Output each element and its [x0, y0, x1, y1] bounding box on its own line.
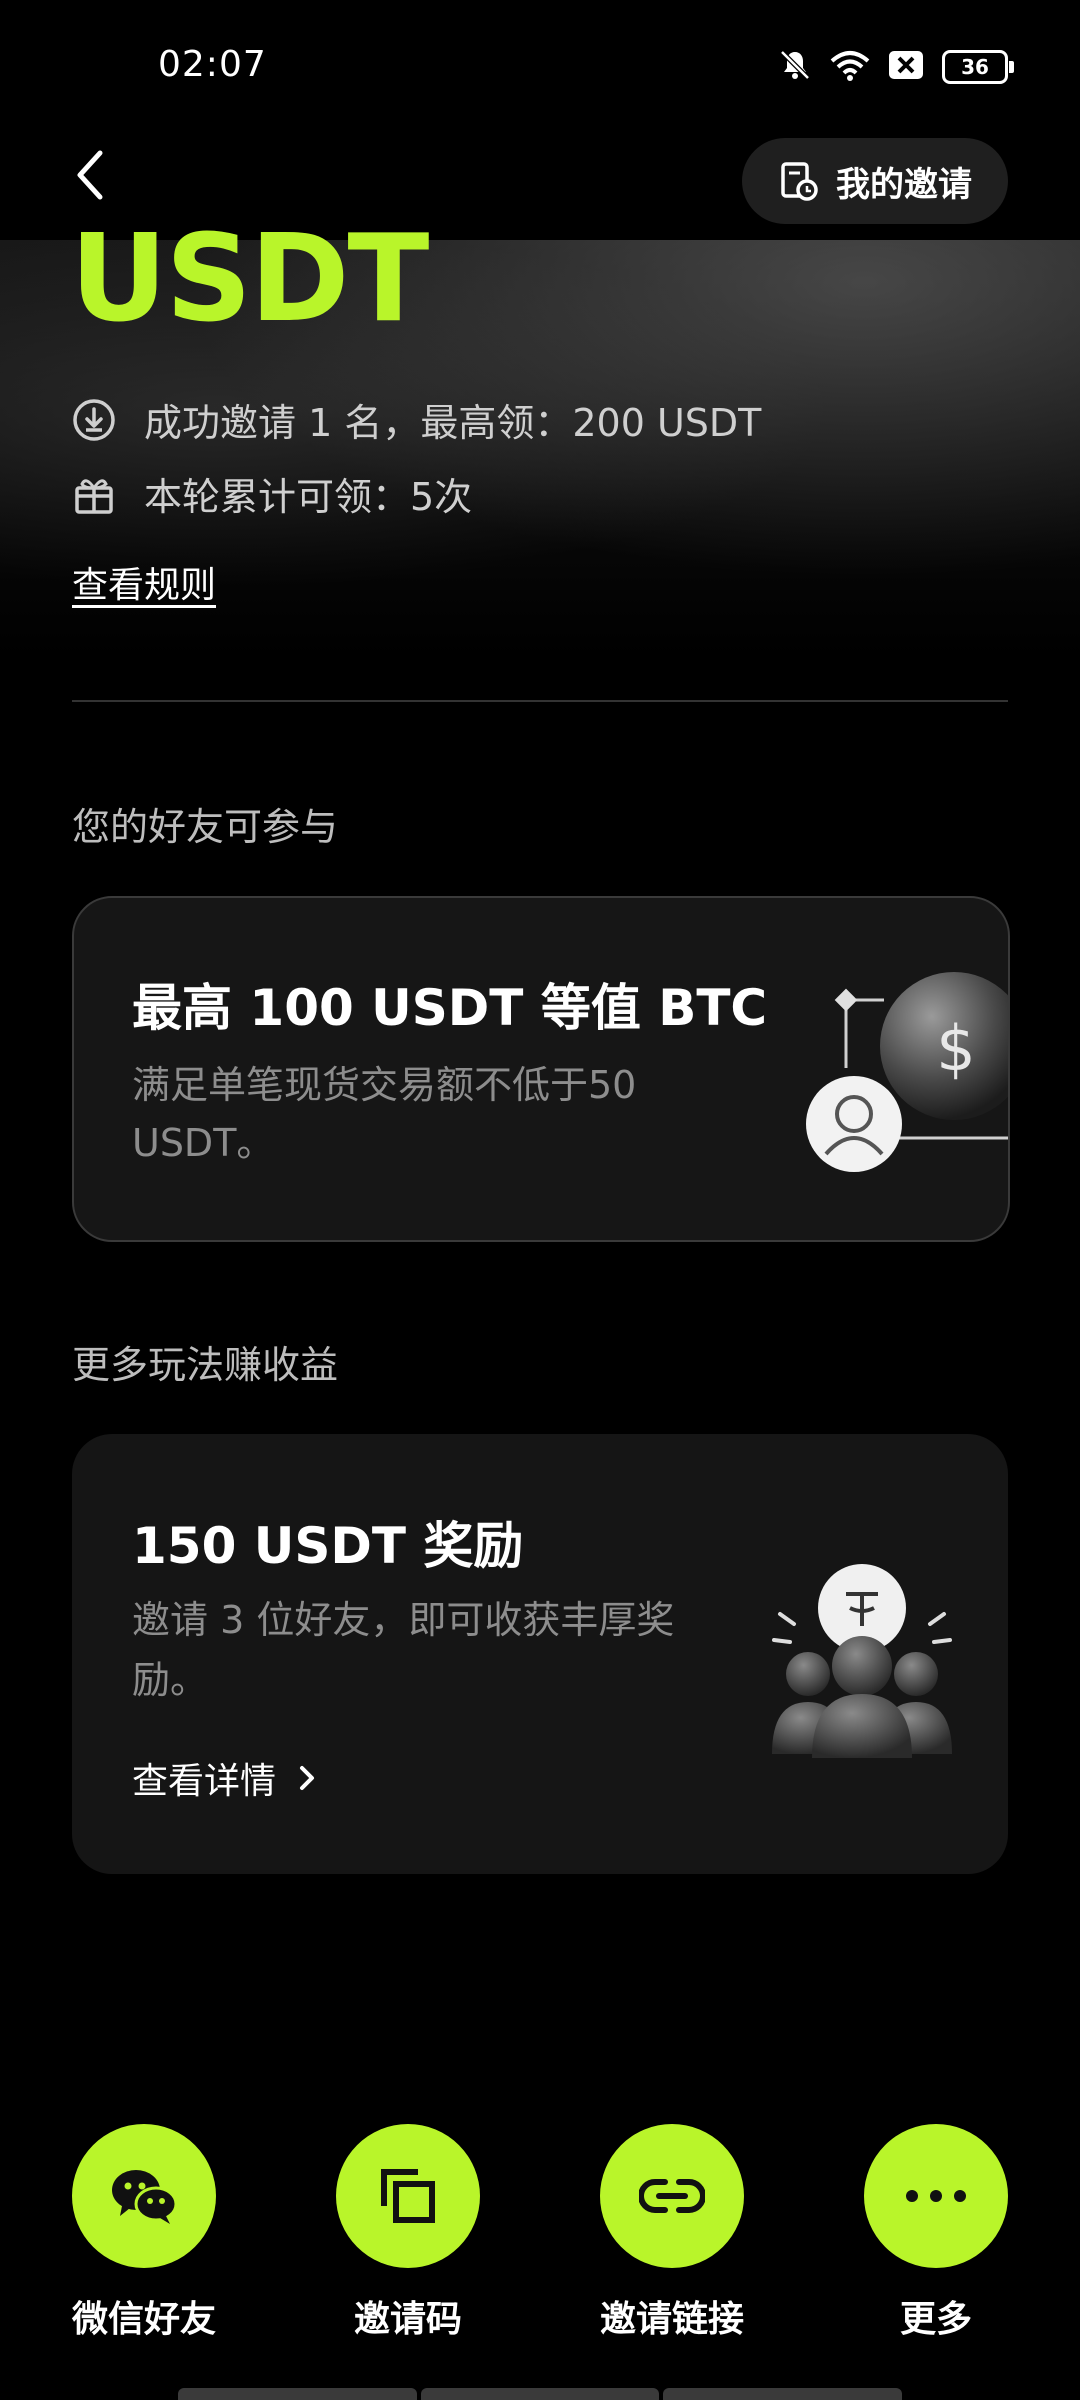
info-text-claims: 本轮累计可领：5次 [144, 475, 473, 519]
more-section-title: 更多玩法赚收益 [72, 1343, 339, 1387]
reward-illustration-icon: $ [806, 972, 1008, 1172]
friend-reward-card[interactable]: 最高 100 USDT 等值 BTC 满足单笔现货交易额不低于50 USDT。 … [72, 896, 1010, 1242]
invite-record-icon [781, 162, 818, 201]
share-invite-link[interactable]: 邀请链接 [582, 2124, 762, 2342]
invite-code-button[interactable] [336, 2124, 480, 2268]
more-reward-title: 150 USDT 奖励 [132, 1517, 524, 1575]
friend-reward-desc: 满足单笔现货交易额不低于50 USDT。 [132, 1063, 637, 1165]
share-invite-code[interactable]: 邀请码 [318, 2124, 498, 2342]
more-reward-desc: 邀请 3 位好友，即可收获丰厚奖励。 [132, 1598, 675, 1702]
battery-level: 36 [961, 55, 989, 79]
status-time: 02:07 [158, 44, 267, 85]
back-button[interactable] [70, 140, 126, 210]
share-more[interactable]: 更多 [846, 2124, 1026, 2342]
info-text-invite: 成功邀请 1 名，最高领：200 USDT [144, 401, 762, 445]
friend-section-title: 您的好友可参与 [72, 805, 339, 849]
reward-title: USDT [70, 210, 429, 349]
invite-link-button[interactable] [600, 2124, 744, 2268]
sim-blocked-icon [888, 50, 924, 84]
info-row-invite: 成功邀请 1 名，最高领：200 USDT [72, 392, 761, 447]
share-wechat[interactable]: 微信好友 [54, 2124, 234, 2342]
friend-reward-title: 最高 100 USDT 等值 BTC [132, 979, 768, 1037]
view-details-label: 查看详情 [132, 1761, 277, 1802]
link-icon [639, 2179, 705, 2213]
info-row-claims: 本轮累计可领：5次 [72, 466, 472, 521]
more-button[interactable] [864, 2124, 1008, 2268]
share-invite-code-label: 邀请码 [353, 2299, 462, 2340]
download-icon [73, 398, 115, 441]
copy-icon [381, 2169, 435, 2223]
chevron-right-icon [300, 1766, 315, 1790]
status-icons: 36 [778, 48, 1014, 86]
more-icon [906, 2190, 966, 2202]
share-invite-link-label: 邀请链接 [599, 2299, 744, 2340]
battery-icon: 36 [942, 50, 1014, 84]
home-indicator [178, 2388, 903, 2400]
divider [72, 700, 1008, 702]
share-wechat-label: 微信好友 [71, 2299, 216, 2340]
wechat-button[interactable] [72, 2124, 216, 2268]
gift-icon [75, 478, 113, 514]
view-rules-link[interactable]: 查看规则 [72, 556, 216, 608]
share-more-label: 更多 [899, 2299, 972, 2340]
my-invite-label: 我的邀请 [836, 164, 972, 205]
more-reward-card[interactable]: 150 USDT 奖励 邀请 3 位好友，即可收获丰厚奖励。 查看详情 [72, 1434, 1008, 1874]
bell-muted-icon [778, 48, 812, 86]
wechat-icon [112, 2170, 178, 2224]
view-details-link[interactable]: 查看详情 [132, 1752, 318, 1804]
chevron-left-icon [77, 150, 103, 200]
wifi-icon [830, 49, 870, 85]
my-invite-button[interactable]: 我的邀请 [742, 138, 1008, 224]
svg-text:$: $ [936, 1012, 975, 1085]
group-reward-illustration-icon [772, 1564, 952, 1758]
